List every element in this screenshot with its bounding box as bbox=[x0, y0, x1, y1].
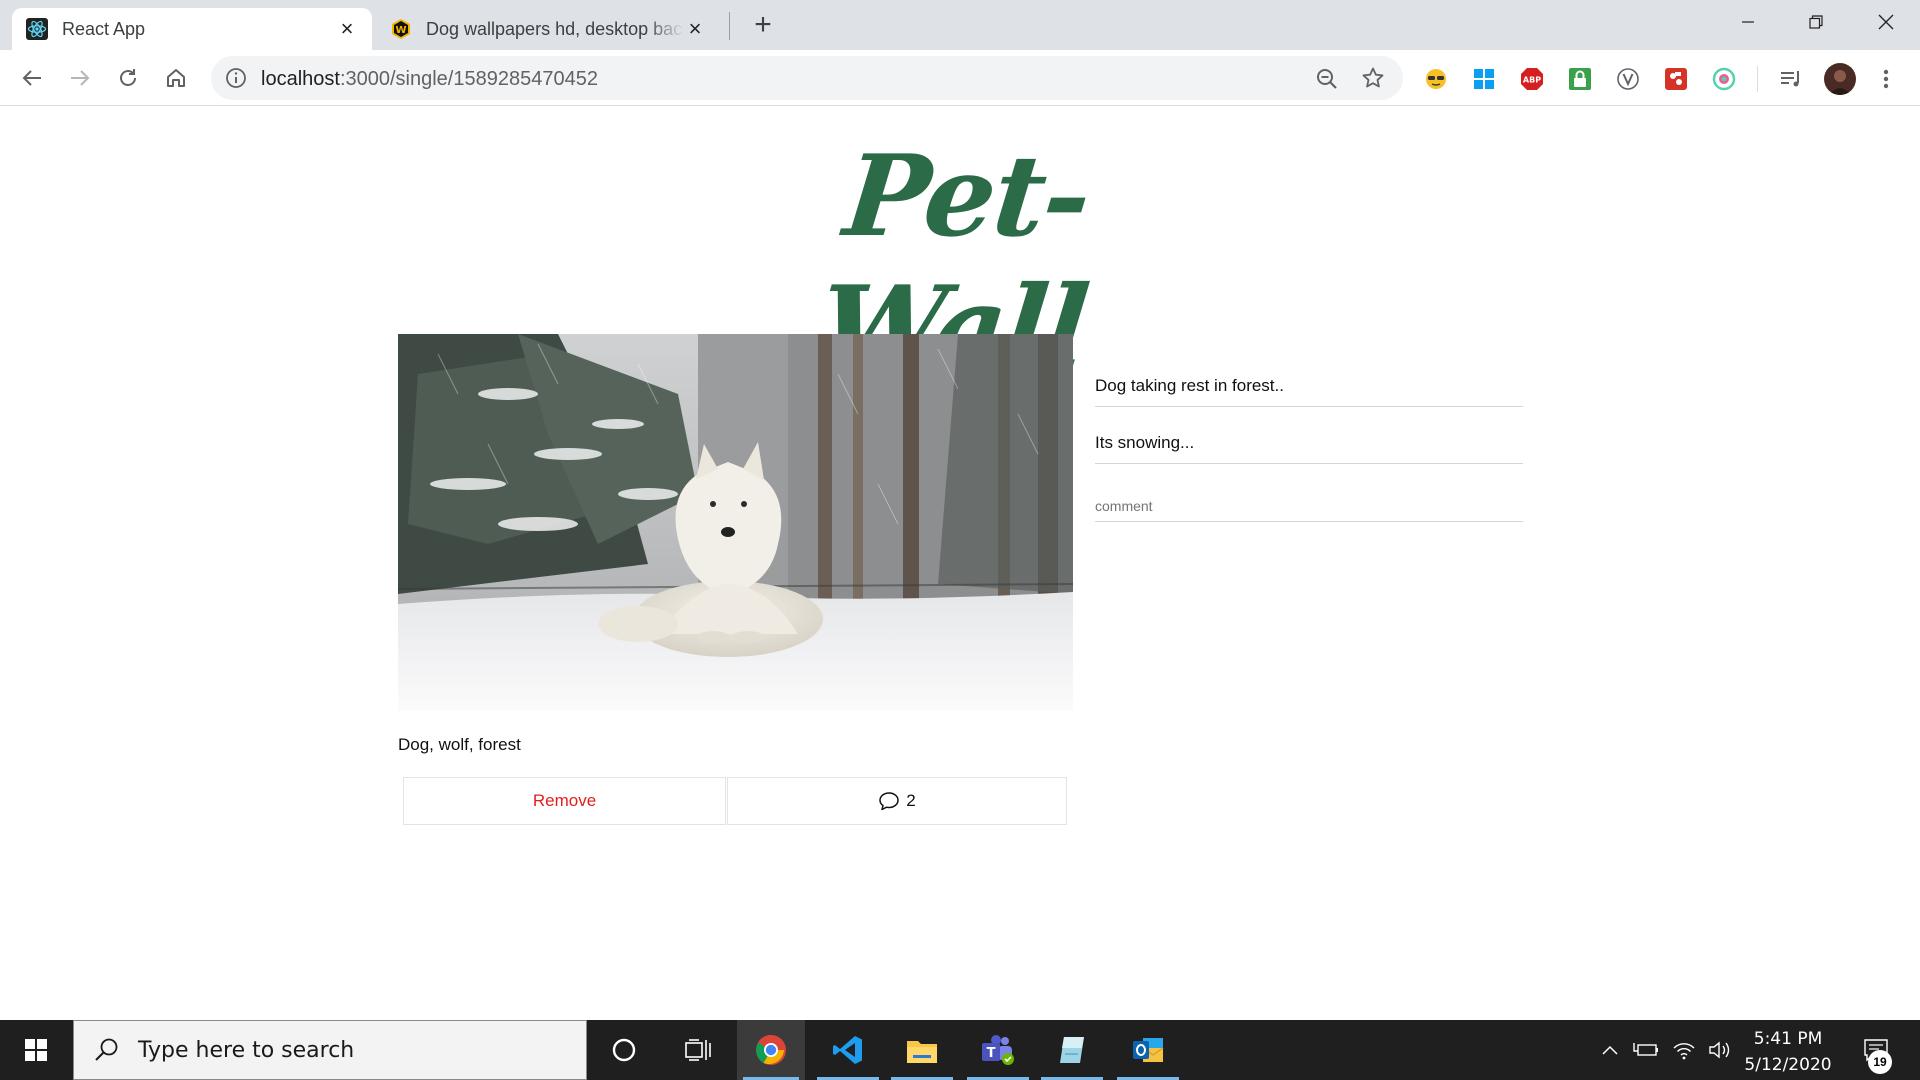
url-host: localhost bbox=[261, 68, 340, 90]
close-tab-icon[interactable]: × bbox=[336, 18, 358, 40]
zoom-out-icon[interactable] bbox=[1315, 67, 1339, 91]
v-icon[interactable] bbox=[1616, 67, 1640, 91]
comment-count: 2 bbox=[906, 791, 916, 810]
close-window-button[interactable] bbox=[1852, 0, 1920, 44]
tab-separator bbox=[729, 12, 730, 40]
post-tags: Dog, wolf, forest bbox=[398, 735, 521, 754]
teams-icon[interactable]: T bbox=[961, 1020, 1035, 1080]
notification-count-badge: 19 bbox=[1868, 1050, 1892, 1074]
close-icon bbox=[1878, 14, 1894, 30]
forward-button[interactable] bbox=[64, 62, 96, 94]
reload-button[interactable] bbox=[112, 62, 144, 94]
bookmark-star-icon[interactable] bbox=[1361, 66, 1385, 90]
toolbar-separator bbox=[1757, 66, 1758, 92]
notes-icon[interactable] bbox=[1035, 1020, 1109, 1080]
wolf-in-snow-image bbox=[398, 334, 1073, 711]
tab-title: React App bbox=[62, 18, 146, 39]
adblock-icon[interactable]: ABP bbox=[1520, 67, 1544, 91]
system-clock[interactable]: 5:41 PM 5/12/2020 bbox=[1728, 1026, 1848, 1078]
restore-icon bbox=[1809, 15, 1823, 29]
windows-icon[interactable] bbox=[1472, 67, 1496, 91]
arrow-left-icon bbox=[22, 70, 41, 86]
address-bar[interactable]: localhost:3000/single/1589285470452 bbox=[211, 56, 1403, 100]
task-view-icon[interactable] bbox=[661, 1020, 735, 1080]
page-viewport: Pet-Wall Dog, wolf, forest Remove 2 Dog … bbox=[0, 107, 1920, 1019]
search-icon bbox=[95, 1038, 118, 1061]
circle-ext-icon[interactable] bbox=[1712, 67, 1736, 91]
tab-react-app[interactable]: React App × bbox=[12, 8, 372, 50]
url-text[interactable]: localhost:3000/single/1589285470452 bbox=[261, 68, 598, 91]
reload-icon bbox=[120, 69, 136, 86]
browser-menu-icon[interactable] bbox=[1876, 67, 1896, 91]
outlook-icon[interactable] bbox=[1111, 1020, 1185, 1080]
info-icon[interactable] bbox=[225, 67, 247, 89]
restore-button[interactable] bbox=[1782, 0, 1850, 44]
post-actions: Remove 2 bbox=[403, 777, 1067, 825]
minimize-button[interactable] bbox=[1714, 0, 1782, 44]
windows-taskbar: Type here to search T 5:41 PM 5/12/2020 bbox=[0, 1020, 1920, 1080]
search-placeholder: Type here to search bbox=[138, 1037, 355, 1063]
remove-button[interactable]: Remove bbox=[403, 777, 726, 825]
minimize-icon bbox=[1742, 21, 1754, 23]
clock-time: 5:41 PM bbox=[1753, 1029, 1823, 1049]
svg-text:W: W bbox=[395, 25, 406, 36]
post-image bbox=[398, 334, 1073, 711]
arrow-right-icon bbox=[71, 70, 90, 86]
file-explorer-icon[interactable] bbox=[885, 1020, 959, 1080]
cortana-icon[interactable] bbox=[587, 1020, 661, 1080]
puzzle-icon[interactable] bbox=[1664, 67, 1688, 91]
profile-avatar[interactable] bbox=[1824, 63, 1856, 95]
battery-icon[interactable] bbox=[1630, 1020, 1662, 1080]
tray-overflow-icon[interactable] bbox=[1596, 1020, 1624, 1080]
start-button[interactable] bbox=[0, 1020, 72, 1080]
tab-title: Dog wallpapers hd, desktop backgrounds bbox=[426, 18, 684, 39]
comment-list: Dog taking rest in forest.. Its snowing.… bbox=[1095, 350, 1523, 522]
browser-tab-strip: React App × W Dog wallpapers hd, desktop… bbox=[0, 0, 1920, 50]
comment-item: Its snowing... bbox=[1095, 407, 1523, 464]
vscode-icon[interactable] bbox=[811, 1020, 885, 1080]
lock-icon[interactable] bbox=[1568, 67, 1592, 91]
svg-text:ABP: ABP bbox=[1523, 76, 1541, 85]
back-button[interactable] bbox=[16, 62, 48, 94]
wallpapers-w-icon: W bbox=[390, 18, 412, 40]
comment-item: Dog taking rest in forest.. bbox=[1095, 350, 1523, 407]
tab-dog-wallpapers[interactable]: W Dog wallpapers hd, desktop backgrounds… bbox=[376, 8, 720, 50]
browser-toolbar: localhost:3000/single/1589285470452 ABP bbox=[0, 50, 1920, 106]
url-path: :3000/single/1589285470452 bbox=[339, 68, 598, 90]
windows-logo-icon bbox=[25, 1039, 47, 1061]
taskbar-search[interactable]: Type here to search bbox=[73, 1020, 587, 1080]
wifi-icon[interactable] bbox=[1668, 1020, 1700, 1080]
comment-bubble-icon bbox=[879, 792, 900, 811]
home-button[interactable] bbox=[160, 62, 192, 94]
media-control-icon[interactable] bbox=[1778, 67, 1802, 91]
clock-date: 5/12/2020 bbox=[1744, 1055, 1832, 1075]
home-icon bbox=[167, 69, 185, 87]
comment-input[interactable] bbox=[1095, 464, 1523, 522]
chrome-icon[interactable] bbox=[737, 1020, 805, 1080]
glasses-icon[interactable] bbox=[1424, 67, 1448, 91]
comments-button[interactable]: 2 bbox=[727, 777, 1067, 825]
close-tab-icon[interactable]: × bbox=[684, 18, 706, 40]
new-tab-button[interactable]: + bbox=[748, 10, 778, 40]
svg-text:T: T bbox=[987, 1046, 996, 1061]
react-icon bbox=[26, 18, 48, 40]
